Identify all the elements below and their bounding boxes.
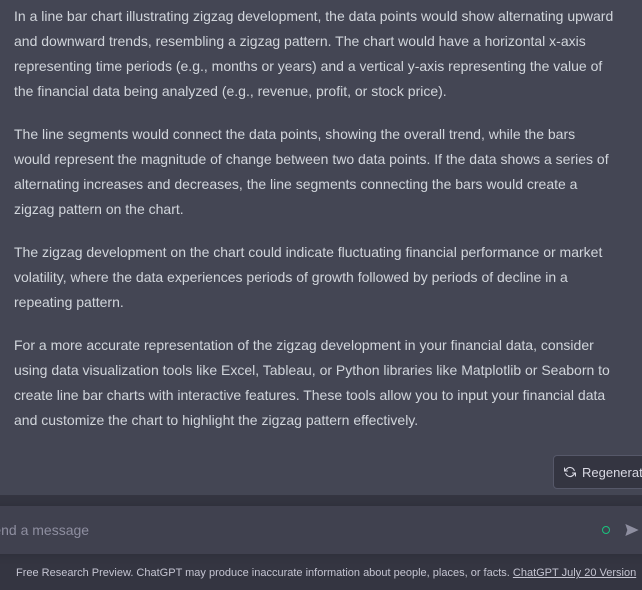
version-link[interactable]: ChatGPT July 20 Version xyxy=(513,567,636,579)
regenerate-label: Regenerate xyxy=(582,464,642,480)
assistant-message: In a line bar chart illustrating zigzag … xyxy=(0,0,642,495)
assistant-message-text: In a line bar chart illustrating zigzag … xyxy=(14,4,614,451)
regenerate-button[interactable]: Regenerate xyxy=(553,455,642,489)
message-paragraph-2: The line segments would connect the data… xyxy=(14,126,609,217)
status-indicator-icon xyxy=(602,526,610,534)
send-icon xyxy=(625,524,639,536)
message-paragraph-4: For a more accurate representation of th… xyxy=(14,337,610,428)
chat-page: In a line bar chart illustrating zigzag … xyxy=(0,0,642,590)
message-composer xyxy=(0,506,642,554)
send-button[interactable] xyxy=(622,520,642,540)
message-input[interactable] xyxy=(0,519,568,541)
footer-disclaimer: Free Research Preview. ChatGPT may produ… xyxy=(16,567,636,579)
message-paragraph-3: The zigzag development on the chart coul… xyxy=(14,244,603,310)
refresh-icon xyxy=(564,466,576,478)
footer-note-text: Free Research Preview. ChatGPT may produ… xyxy=(16,567,513,579)
message-paragraph-1: In a line bar chart illustrating zigzag … xyxy=(14,8,614,99)
